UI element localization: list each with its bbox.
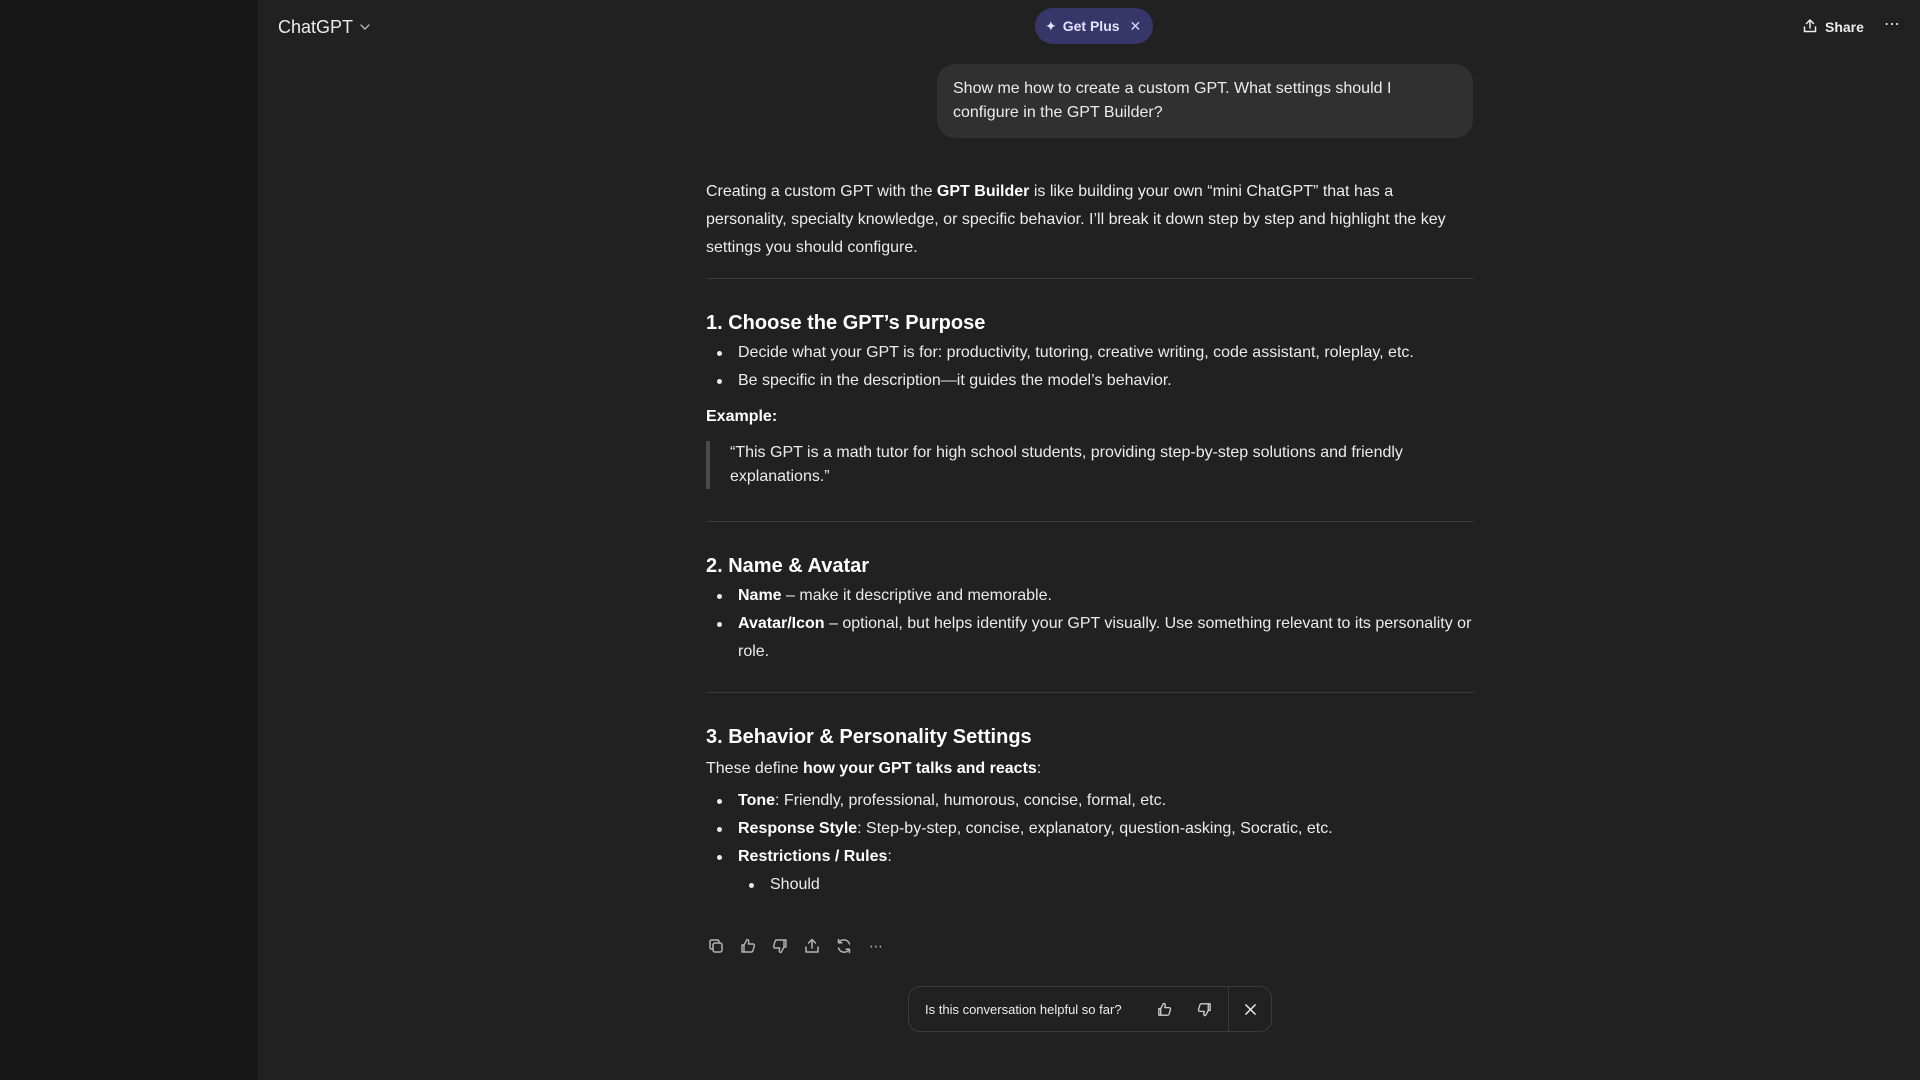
sparkle-icon: ✦ xyxy=(1045,17,1057,34)
list-item: Should xyxy=(706,871,1474,899)
model-switcher[interactable]: ChatGPT xyxy=(278,14,371,40)
feedback-question: Is this conversation helpful so far? xyxy=(925,1001,1122,1017)
share-button[interactable]: Share xyxy=(1802,14,1864,40)
feedback-prompt: Is this conversation helpful so far? xyxy=(908,986,1272,1032)
get-plus-button[interactable]: ✦ Get Plus ✕ xyxy=(1035,8,1154,44)
close-icon[interactable]: ✕ xyxy=(1130,18,1142,35)
get-plus-label: Get Plus xyxy=(1062,18,1120,34)
regenerate-icon[interactable] xyxy=(834,936,854,956)
list-item: Tone: Friendly, professional, humorous, … xyxy=(706,787,1474,815)
main-panel: ChatGPT ✦ Get Plus ✕ Share ⋯ Show me how… xyxy=(258,0,1920,1080)
section-heading: 3. Behavior & Personality Settings xyxy=(706,726,1032,748)
close-icon[interactable] xyxy=(1229,987,1271,1031)
example-quote: “This GPT is a math tutor for high schoo… xyxy=(706,441,1474,489)
list-item: Name – make it descriptive and memorable… xyxy=(706,582,1474,610)
model-label: ChatGPT xyxy=(278,16,354,37)
thumbs-up-icon[interactable] xyxy=(1145,987,1185,1031)
share-label: Share xyxy=(1825,19,1864,35)
example-label: Example: xyxy=(706,408,778,425)
divider xyxy=(706,692,1474,693)
user-message: Show me how to create a custom GPT. What… xyxy=(937,64,1473,138)
copy-icon[interactable] xyxy=(706,936,726,956)
thumbs-down-icon[interactable] xyxy=(770,936,790,956)
more-icon[interactable]: ⋯ xyxy=(866,936,886,956)
list-item: Response Style: Step-by-step, concise, e… xyxy=(706,815,1474,843)
share-icon[interactable] xyxy=(802,936,822,956)
list-item: Avatar/Icon – optional, but helps identi… xyxy=(706,610,1474,666)
section-heading: 2. Name & Avatar xyxy=(706,555,870,577)
thumbs-down-icon[interactable] xyxy=(1185,987,1225,1031)
more-icon[interactable]: ⋯ xyxy=(1884,14,1901,34)
share-icon xyxy=(1802,18,1818,37)
top-bar: ChatGPT ✦ Get Plus ✕ Share ⋯ xyxy=(258,0,1920,54)
list-item: Restrictions / Rules: xyxy=(706,843,1474,871)
section-heading: 1. Choose the GPT’s Purpose xyxy=(706,312,986,334)
assistant-message: Creating a custom GPT with the GPT Build… xyxy=(706,178,1474,899)
list-item: Be specific in the description—it guides… xyxy=(706,367,1474,395)
list-item: Decide what your GPT is for: productivit… xyxy=(706,339,1474,367)
sidebar xyxy=(0,0,258,1080)
section-intro: These define how your GPT talks and reac… xyxy=(706,760,1042,777)
message-actions: ⋯ xyxy=(706,936,886,956)
divider xyxy=(706,278,1474,279)
chevron-down-icon xyxy=(359,17,371,38)
thumbs-up-icon[interactable] xyxy=(738,936,758,956)
divider xyxy=(706,521,1474,522)
intro-paragraph: Creating a custom GPT with the GPT Build… xyxy=(706,183,1446,256)
